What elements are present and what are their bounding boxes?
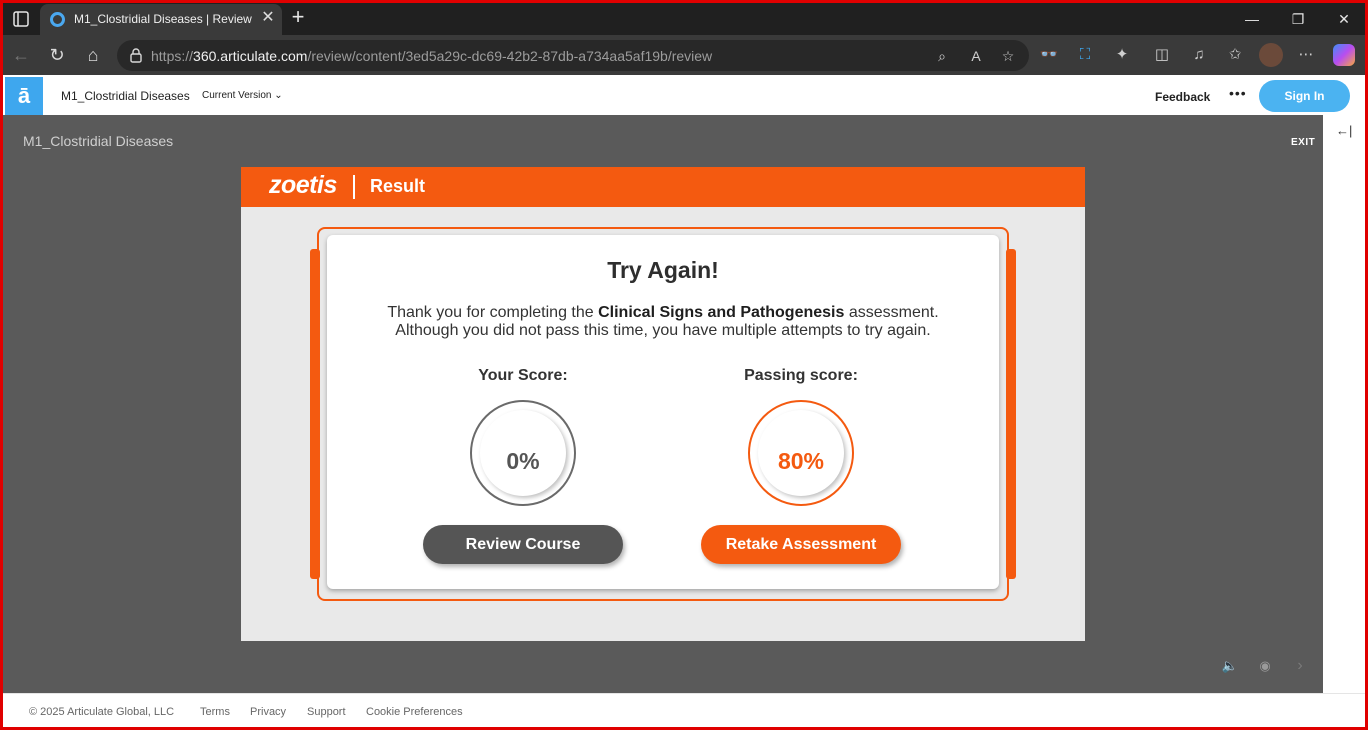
address-bar: ← ↻ ⌂ https://360.articulate.com/review/… [3, 35, 1365, 75]
zoom-icon[interactable]: ⌕ [931, 45, 953, 67]
lock-icon[interactable] [129, 48, 143, 63]
exit-button[interactable]: EXIT [1291, 137, 1315, 148]
volume-icon[interactable]: 🔈 [1221, 657, 1239, 675]
chevron-down-icon: ⌄ [274, 90, 283, 101]
terms-link[interactable]: Terms [200, 706, 230, 718]
version-dropdown[interactable]: Current Version ⌄ [202, 90, 283, 101]
tab-bar: M1_Clostridial Diseases | Review 3 ✕ + —… [3, 3, 1365, 35]
articulate-logo-icon[interactable]: ā [5, 77, 43, 115]
your-score-label: Your Score: [478, 367, 568, 384]
tab-active[interactable]: M1_Clostridial Diseases | Review 3 ✕ [40, 4, 282, 35]
media-icon[interactable]: ♫ [1188, 44, 1210, 66]
url-field[interactable]: https://360.articulate.com/review/conten… [117, 40, 1029, 71]
minimize-icon[interactable]: — [1229, 3, 1275, 35]
tab-actions-icon[interactable] [11, 9, 31, 29]
play-icon[interactable]: ◉ [1256, 657, 1274, 675]
favorite-star-icon[interactable]: ☆ [997, 45, 1019, 67]
cookie-preferences-link[interactable]: Cookie Preferences [366, 706, 463, 718]
passing-score-label: Passing score: [744, 367, 858, 384]
split-screen-icon[interactable]: ◫ [1151, 44, 1173, 66]
favorites-icon[interactable]: ✩ [1224, 44, 1246, 66]
collapse-panel-icon[interactable]: ←| [1336, 123, 1352, 138]
extension-binoculars-icon[interactable]: 👓 [1038, 44, 1060, 66]
header-divider [353, 175, 355, 199]
new-tab-icon[interactable]: + [287, 6, 309, 29]
footer: © 2025 Articulate Global, LLC Terms Priv… [3, 693, 1365, 727]
more-options-icon[interactable]: ••• [1229, 85, 1247, 101]
result-card: Try Again! Thank you for completing the … [327, 235, 999, 589]
profile-avatar[interactable] [1259, 43, 1283, 67]
result-message: Thank you for completing the Clinical Si… [387, 304, 939, 339]
url-text: https://360.articulate.com/review/conten… [151, 48, 713, 64]
review-stage: M1_Clostridial Diseases EXIT zoetis Resu… [3, 115, 1323, 693]
restore-icon[interactable]: ❐ [1275, 3, 1321, 35]
review-course-button[interactable]: Review Course [423, 525, 623, 564]
zoetis-logo: zoetis [269, 171, 337, 199]
slide-heading: Result [370, 176, 426, 196]
course-slide: zoetis Result Try Again! Thank you for c… [241, 167, 1085, 641]
passing-score-value: 80% [777, 448, 825, 474]
support-link[interactable]: Support [307, 706, 346, 718]
app-header: ā M1_Clostridial Diseases Current Versio… [3, 75, 1365, 115]
retake-assessment-button[interactable]: Retake Assessment [701, 525, 901, 564]
refresh-icon[interactable]: ↻ [45, 43, 69, 67]
copyright-text: © 2025 Articulate Global, LLC [29, 706, 175, 718]
extensions-icon[interactable]: ✦ [1111, 44, 1133, 66]
review-app: ā M1_Clostridial Diseases Current Versio… [3, 75, 1365, 727]
browser-window: M1_Clostridial Diseases | Review 3 ✕ + —… [3, 3, 1365, 727]
slide-header: zoetis Result [241, 167, 1085, 207]
side-panel: ←| [1323, 115, 1365, 693]
copilot-icon[interactable] [1333, 44, 1355, 66]
screenshot-icon[interactable]: ⛶ [1074, 44, 1096, 66]
your-score-ring: 0% [470, 400, 576, 506]
sign-in-button[interactable]: Sign In [1259, 80, 1350, 112]
privacy-link[interactable]: Privacy [250, 706, 286, 718]
your-score-value: 0% [506, 448, 540, 474]
articulate-favicon-icon [50, 12, 65, 27]
next-icon[interactable]: › [1291, 657, 1309, 675]
back-icon[interactable]: ← [9, 43, 33, 67]
home-icon[interactable]: ⌂ [81, 43, 105, 67]
read-aloud-icon[interactable]: A [965, 45, 987, 67]
more-menu-icon[interactable]: ⋯ [1295, 44, 1317, 66]
passing-score-ring: 80% [748, 400, 854, 506]
stage-title: M1_Clostridial Diseases [23, 133, 174, 149]
tab-close-icon[interactable]: ✕ [259, 9, 277, 27]
course-name: M1_Clostridial Diseases [61, 89, 190, 103]
feedback-button[interactable]: Feedback [1155, 90, 1210, 104]
tab-title: M1_Clostridial Diseases | Review 3 [74, 12, 254, 26]
window-close-icon[interactable]: ✕ [1321, 3, 1365, 35]
result-title: Try Again! [607, 257, 719, 283]
